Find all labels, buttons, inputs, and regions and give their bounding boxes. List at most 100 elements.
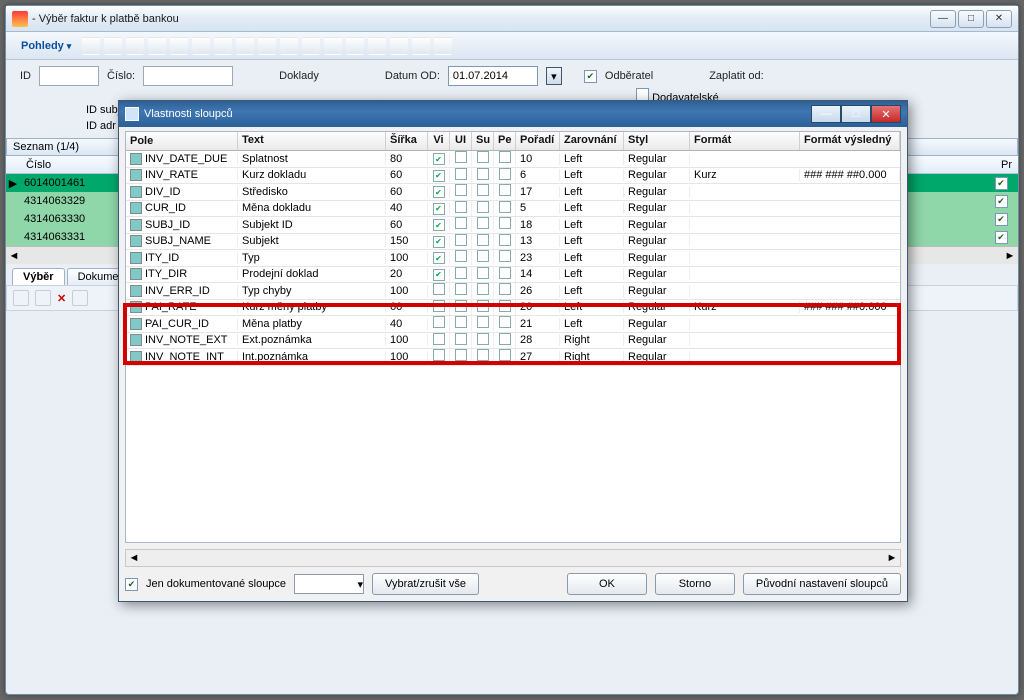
grid-row[interactable]: ITY_DIRProdejní doklad20✔14LeftRegular <box>126 267 900 284</box>
edit-icon[interactable] <box>35 290 51 306</box>
hdr-vi[interactable]: Vi <box>428 132 450 150</box>
su-checkbox[interactable] <box>477 300 489 312</box>
ui-checkbox[interactable] <box>455 168 467 180</box>
vi-checkbox[interactable]: ✔ <box>433 153 445 165</box>
su-checkbox[interactable] <box>477 184 489 196</box>
vi-checkbox[interactable]: ✔ <box>433 252 445 264</box>
date-arrow-icon[interactable]: ▾ <box>546 67 562 85</box>
dialog-maximize-button[interactable]: □ <box>841 105 871 123</box>
toolbar-icon[interactable] <box>236 37 254 55</box>
grid-row[interactable]: SUBJ_IDSubjekt ID60✔18LeftRegular <box>126 217 900 234</box>
new-icon[interactable] <box>13 290 29 306</box>
vi-checkbox[interactable] <box>433 333 445 345</box>
pe-checkbox[interactable] <box>499 151 511 163</box>
pe-checkbox[interactable] <box>499 316 511 328</box>
vi-checkbox[interactable]: ✔ <box>433 219 445 231</box>
hdr-format[interactable]: Formát <box>690 132 800 150</box>
vi-checkbox[interactable]: ✔ <box>433 236 445 248</box>
tab-vyber[interactable]: Výběr <box>12 268 65 285</box>
grid-row[interactable]: INV_ERR_IDTyp chyby10026LeftRegular <box>126 283 900 300</box>
hdr-text[interactable]: Text <box>238 132 386 150</box>
toolbar-icon[interactable] <box>390 37 408 55</box>
grid-row[interactable]: DIV_IDStředisko60✔17LeftRegular <box>126 184 900 201</box>
toolbar-icon[interactable] <box>346 37 364 55</box>
vi-checkbox[interactable]: ✔ <box>433 186 445 198</box>
ui-checkbox[interactable] <box>455 151 467 163</box>
vi-checkbox[interactable] <box>433 300 445 312</box>
ui-checkbox[interactable] <box>455 283 467 295</box>
hdr-styl[interactable]: Styl <box>624 132 690 150</box>
toolbar-icon[interactable] <box>258 37 276 55</box>
storno-button[interactable]: Storno <box>655 573 735 595</box>
toolbar-icon[interactable] <box>126 37 144 55</box>
grid-h-scrollbar[interactable]: ◄► <box>125 549 901 567</box>
dialog-titlebar[interactable]: Vlastnosti sloupců — □ ✕ <box>119 101 907 127</box>
ui-checkbox[interactable] <box>455 267 467 279</box>
vi-checkbox[interactable]: ✔ <box>433 170 445 182</box>
pe-checkbox[interactable] <box>499 333 511 345</box>
toolbar-icon[interactable] <box>214 37 232 55</box>
grid-row[interactable]: INV_DATE_DUESplatnost80✔10LeftRegular <box>126 151 900 168</box>
pe-checkbox[interactable] <box>499 201 511 213</box>
ui-checkbox[interactable] <box>455 201 467 213</box>
ok-button[interactable]: OK <box>567 573 647 595</box>
su-checkbox[interactable] <box>477 234 489 246</box>
hdr-zarov[interactable]: Zarovnání <box>560 132 624 150</box>
grid-row[interactable]: PAI_CUR_IDMěna platby4021LeftRegular <box>126 316 900 333</box>
hdr-ui[interactable]: UI <box>450 132 472 150</box>
cislo-input[interactable] <box>143 66 233 86</box>
pr-checkbox[interactable]: ✔ <box>995 195 1008 208</box>
toolbar-icon[interactable] <box>434 37 452 55</box>
toolbar-icon[interactable] <box>192 37 210 55</box>
id-input[interactable] <box>39 66 99 86</box>
grid-row[interactable]: INV_RATEKurz dokladu60✔6LeftRegularKurz#… <box>126 168 900 185</box>
pe-checkbox[interactable] <box>499 300 511 312</box>
vi-checkbox[interactable]: ✔ <box>433 203 445 215</box>
toolbar-icon[interactable] <box>302 37 320 55</box>
toolbar-icon[interactable] <box>368 37 386 55</box>
save-icon[interactable] <box>72 290 88 306</box>
pr-checkbox[interactable]: ✔ <box>995 177 1008 190</box>
su-checkbox[interactable] <box>477 250 489 262</box>
ui-checkbox[interactable] <box>455 250 467 262</box>
ui-checkbox[interactable] <box>455 333 467 345</box>
delete-icon[interactable]: ✕ <box>57 292 66 305</box>
ui-checkbox[interactable] <box>455 234 467 246</box>
hdr-pe[interactable]: Pe <box>494 132 516 150</box>
su-checkbox[interactable] <box>477 349 489 361</box>
main-titlebar[interactable]: - Výběr faktur k platbě bankou — □ ✕ <box>6 6 1018 32</box>
su-checkbox[interactable] <box>477 151 489 163</box>
su-checkbox[interactable] <box>477 201 489 213</box>
vi-checkbox[interactable] <box>433 349 445 361</box>
vi-checkbox[interactable]: ✔ <box>433 269 445 281</box>
ui-checkbox[interactable] <box>455 349 467 361</box>
grid-row[interactable]: INV_NOTE_INTInt.poznámka10027RightRegula… <box>126 349 900 366</box>
hdr-formatv[interactable]: Formát výsledný <box>800 132 900 150</box>
su-checkbox[interactable] <box>477 283 489 295</box>
hdr-sirka[interactable]: Šířka <box>386 132 428 150</box>
pe-checkbox[interactable] <box>499 250 511 262</box>
vi-checkbox[interactable] <box>433 283 445 295</box>
pe-checkbox[interactable] <box>499 234 511 246</box>
close-button[interactable]: ✕ <box>986 10 1012 28</box>
ui-checkbox[interactable] <box>455 300 467 312</box>
su-checkbox[interactable] <box>477 333 489 345</box>
dialog-close-button[interactable]: ✕ <box>871 105 901 123</box>
col-pr[interactable]: Pr <box>1001 159 1012 171</box>
pe-checkbox[interactable] <box>499 217 511 229</box>
toolbar-icon[interactable] <box>82 37 100 55</box>
maximize-button[interactable]: □ <box>958 10 984 28</box>
grid-row[interactable]: INV_NOTE_EXTExt.poznámka10028RightRegula… <box>126 333 900 350</box>
toolbar-icon[interactable] <box>412 37 430 55</box>
pe-checkbox[interactable] <box>499 168 511 180</box>
toolbar-icon[interactable] <box>148 37 166 55</box>
vi-checkbox[interactable] <box>433 316 445 328</box>
toolbar-icon[interactable] <box>104 37 122 55</box>
toolbar-icon[interactable] <box>324 37 342 55</box>
jen-dok-checkbox[interactable]: ✔ <box>125 578 138 591</box>
col-cislo[interactable]: Číslo <box>26 159 51 171</box>
minimize-button[interactable]: — <box>930 10 956 28</box>
su-checkbox[interactable] <box>477 168 489 180</box>
pe-checkbox[interactable] <box>499 349 511 361</box>
ui-checkbox[interactable] <box>455 184 467 196</box>
